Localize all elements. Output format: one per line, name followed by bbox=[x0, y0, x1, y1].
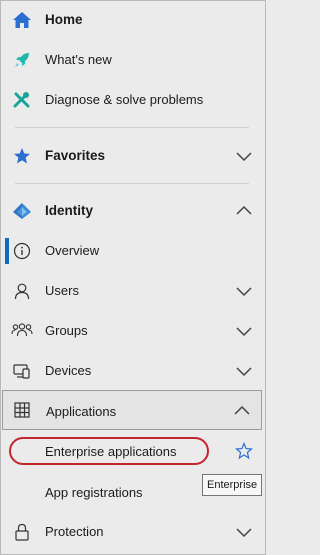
nav-label-diagnose: Diagnose & solve problems bbox=[45, 92, 204, 107]
rocket-icon bbox=[11, 49, 33, 71]
star-outline-icon[interactable] bbox=[235, 441, 255, 462]
chevron-down-icon[interactable] bbox=[235, 325, 253, 337]
nav-item-whats-new[interactable]: What's new bbox=[1, 47, 265, 73]
nav-label-app-registrations: App registrations bbox=[45, 485, 143, 500]
wrench-icon bbox=[11, 89, 33, 111]
nav-item-groups[interactable]: Groups bbox=[1, 318, 265, 344]
nav-item-protection[interactable]: Protection bbox=[1, 519, 265, 545]
chevron-up-icon[interactable] bbox=[235, 205, 253, 217]
nav-item-home[interactable]: Home bbox=[1, 7, 265, 33]
lock-icon bbox=[11, 521, 33, 543]
chevron-down-icon[interactable] bbox=[235, 365, 253, 377]
nav-label-identity: Identity bbox=[45, 203, 94, 218]
nav-label-devices: Devices bbox=[45, 363, 92, 378]
applications-icon bbox=[11, 399, 33, 421]
identity-diamond-icon bbox=[11, 200, 33, 222]
nav-label-applications: Applications bbox=[46, 404, 117, 419]
devices-icon bbox=[11, 360, 33, 382]
groups-icon bbox=[11, 320, 33, 342]
nav-label-favorites: Favorites bbox=[45, 148, 106, 163]
chevron-down-icon[interactable] bbox=[235, 150, 253, 162]
chevron-up-icon[interactable] bbox=[233, 405, 251, 417]
nav-label-users: Users bbox=[45, 283, 79, 298]
nav-item-enterprise-applications[interactable]: Enterprise applications bbox=[1, 437, 265, 469]
nav-label-protection: Protection bbox=[45, 524, 104, 539]
nav-label-overview: Overview bbox=[45, 243, 100, 258]
nav-item-diagnose[interactable]: Diagnose & solve problems bbox=[1, 87, 265, 113]
home-icon bbox=[11, 9, 33, 31]
user-icon bbox=[11, 280, 33, 302]
nav-item-devices[interactable]: Devices bbox=[1, 358, 265, 384]
info-icon bbox=[11, 240, 33, 262]
chevron-down-icon[interactable] bbox=[235, 285, 253, 297]
nav-item-users[interactable]: Users bbox=[1, 278, 265, 304]
nav-label-whats-new: What's new bbox=[45, 52, 112, 67]
nav-item-identity[interactable]: Identity bbox=[1, 198, 265, 224]
divider bbox=[15, 183, 249, 184]
chevron-down-icon[interactable] bbox=[235, 526, 253, 538]
star-icon bbox=[11, 145, 33, 167]
nav-item-applications[interactable]: Applications bbox=[2, 390, 262, 430]
nav-item-favorites[interactable]: Favorites bbox=[1, 143, 265, 169]
nav-label-groups: Groups bbox=[45, 323, 88, 338]
navigation-panel: Home What's new Diagnose & solve problem… bbox=[0, 0, 266, 555]
tooltip: Enterprise bbox=[202, 474, 263, 496]
divider bbox=[15, 127, 249, 128]
nav-label-home: Home bbox=[45, 12, 83, 27]
nav-item-overview[interactable]: Overview bbox=[1, 238, 265, 264]
nav-label-enterprise-applications: Enterprise applications bbox=[45, 444, 177, 459]
selection-indicator bbox=[5, 238, 9, 264]
